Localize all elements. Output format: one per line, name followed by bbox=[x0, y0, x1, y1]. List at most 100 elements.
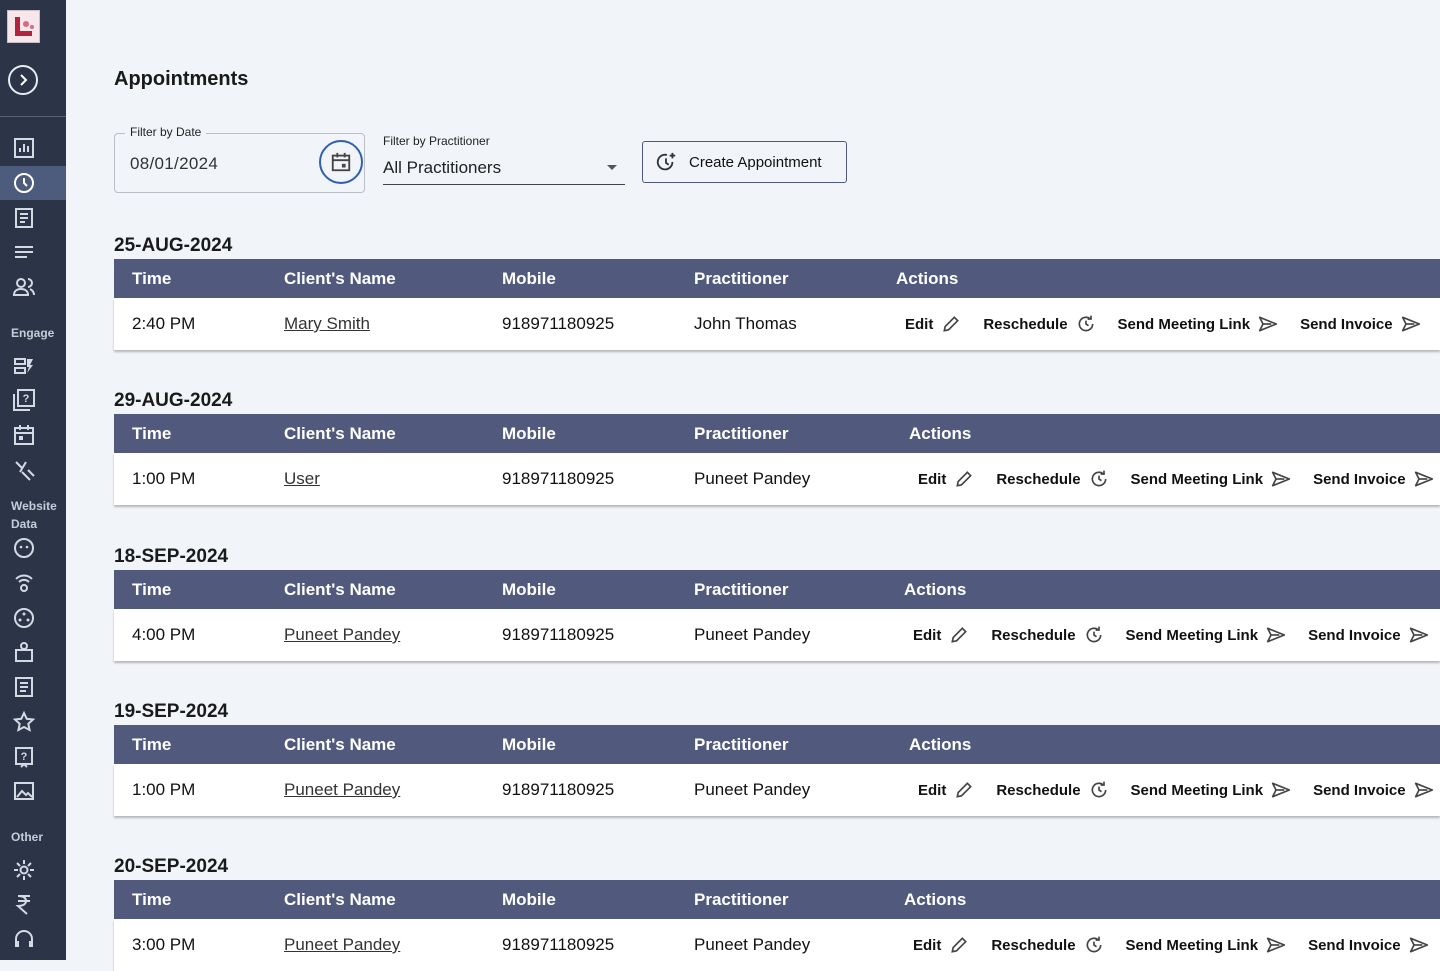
appointment-time: 4:00 PM bbox=[132, 625, 196, 644]
send-invoice-button[interactable]: Send Invoice bbox=[1313, 469, 1434, 489]
select-underline bbox=[383, 184, 625, 185]
header-mobile: Mobile bbox=[502, 734, 556, 754]
calendar-icon bbox=[331, 152, 351, 172]
refresh-clock-icon bbox=[1086, 626, 1102, 643]
sidebar-item-appointments[interactable] bbox=[0, 166, 66, 200]
send-icon bbox=[1414, 782, 1433, 798]
edit-button[interactable]: Edit bbox=[918, 469, 974, 489]
sidebar-item-quiz[interactable]: ? bbox=[0, 383, 66, 417]
action-label: Reschedule bbox=[991, 936, 1076, 954]
header-client-name: Client's Name bbox=[284, 889, 396, 909]
header-client-name: Client's Name bbox=[284, 579, 396, 599]
send-invoice-button[interactable]: Send Invoice bbox=[1313, 780, 1434, 800]
practitioner-name: Puneet Pandey bbox=[694, 469, 811, 488]
reschedule-button[interactable]: Reschedule bbox=[991, 935, 1103, 955]
sidebar-item-face[interactable] bbox=[0, 531, 66, 565]
calendar-picker-button[interactable] bbox=[319, 140, 363, 184]
send-icon bbox=[1266, 627, 1286, 643]
sidebar-item-dashboard[interactable] bbox=[0, 131, 66, 165]
sidebar-item-calendar[interactable] bbox=[0, 418, 66, 452]
sidebar-section-engage: Engage bbox=[11, 326, 55, 340]
edit-button[interactable]: Edit bbox=[905, 314, 961, 334]
sidebar-item-payments[interactable] bbox=[0, 887, 66, 921]
pencil-icon bbox=[951, 627, 968, 643]
practitioner-name: Puneet Pandey bbox=[694, 780, 811, 799]
client-name-link[interactable]: User bbox=[284, 469, 320, 489]
client-mobile: 918971180925 bbox=[502, 780, 615, 799]
sidebar-item-packages[interactable] bbox=[0, 635, 66, 669]
action-label: Edit bbox=[913, 626, 942, 644]
document-icon bbox=[15, 208, 33, 228]
table-header: Time Client's Name Mobile Practitioner A… bbox=[114, 259, 1440, 298]
practitioner-filter-value[interactable]: All Practitioners bbox=[383, 158, 501, 178]
date-filter-value[interactable]: 08/01/2024 bbox=[130, 154, 218, 174]
reschedule-button[interactable]: Reschedule bbox=[983, 314, 1095, 334]
appointment-time: 1:00 PM bbox=[132, 469, 196, 488]
send-meeting-link-button[interactable]: Send Meeting Link bbox=[1126, 625, 1287, 645]
appointment-group: 20-SEP-2024 Time Client's Name Mobile Pr… bbox=[114, 856, 1440, 971]
client-name-cell: User bbox=[284, 453, 320, 505]
client-name-link[interactable]: Puneet Pandey bbox=[284, 625, 400, 645]
practitioner-filter-label: Filter by Practitioner bbox=[383, 134, 490, 148]
megaphone-icon bbox=[14, 358, 33, 374]
sidebar-item-settings[interactable] bbox=[0, 853, 66, 887]
appointment-time: 3:00 PM bbox=[132, 935, 196, 954]
appointment-date-heading: 29-AUG-2024 bbox=[114, 390, 233, 411]
sidebar-item-support[interactable] bbox=[0, 922, 66, 956]
client-mobile: 918971180925 bbox=[502, 935, 615, 954]
action-label: Send Invoice bbox=[1300, 315, 1393, 333]
pencil-icon bbox=[943, 316, 960, 332]
send-meeting-link-button[interactable]: Send Meeting Link bbox=[1131, 469, 1292, 489]
action-label: Edit bbox=[918, 781, 947, 799]
reschedule-button[interactable]: Reschedule bbox=[996, 469, 1108, 489]
send-invoice-button[interactable]: Send Invoice bbox=[1308, 935, 1429, 955]
expand-sidebar-button[interactable] bbox=[8, 65, 38, 95]
send-icon bbox=[1258, 316, 1278, 332]
sidebar-item-services[interactable] bbox=[0, 601, 66, 635]
send-icon bbox=[1414, 471, 1433, 487]
header-actions: Actions bbox=[909, 734, 972, 754]
sidebar-section-website: Website bbox=[11, 499, 57, 513]
sidebar-item-tools[interactable] bbox=[0, 453, 66, 487]
sidebar-item-list[interactable] bbox=[0, 236, 66, 270]
action-label: Send Meeting Link bbox=[1130, 781, 1264, 799]
sidebar-item-notes[interactable] bbox=[0, 201, 66, 235]
client-name-link[interactable]: Puneet Pandey bbox=[284, 935, 400, 955]
appointment-group: 29-AUG-2024 Time Client's Name Mobile Pr… bbox=[114, 390, 1440, 505]
sidebar-item-campaigns[interactable] bbox=[0, 349, 66, 383]
reschedule-button[interactable]: Reschedule bbox=[991, 625, 1103, 645]
send-meeting-link-button[interactable]: Send Meeting Link bbox=[1118, 314, 1279, 334]
sidebar-item-clients[interactable] bbox=[0, 270, 66, 304]
calendar-icon bbox=[14, 425, 34, 445]
send-invoice-button[interactable]: Send Invoice bbox=[1308, 625, 1429, 645]
client-name-link[interactable]: Mary Smith bbox=[284, 314, 370, 334]
create-appointment-button[interactable]: Create Appointment bbox=[642, 141, 847, 183]
sidebar-item-broadcast[interactable] bbox=[0, 566, 66, 600]
sidebar-item-articles[interactable] bbox=[0, 670, 66, 704]
edit-button[interactable]: Edit bbox=[913, 625, 969, 645]
svg-text:?: ? bbox=[21, 751, 28, 763]
client-name-link[interactable]: Puneet Pandey bbox=[284, 780, 400, 800]
client-mobile: 918971180925 bbox=[502, 469, 615, 488]
appointment-date-heading: 19-SEP-2024 bbox=[114, 701, 229, 722]
sidebar-item-gallery[interactable] bbox=[0, 774, 66, 808]
bar-chart-icon bbox=[14, 138, 34, 158]
reschedule-button[interactable]: Reschedule bbox=[996, 780, 1108, 800]
sidebar-item-reviews[interactable] bbox=[0, 705, 66, 739]
send-meeting-link-button[interactable]: Send Meeting Link bbox=[1131, 780, 1292, 800]
send-meeting-link-button[interactable]: Send Meeting Link bbox=[1126, 935, 1287, 955]
action-label: Send Meeting Link bbox=[1117, 315, 1251, 333]
svg-text:?: ? bbox=[23, 393, 30, 405]
practitioner-filter-select[interactable]: Filter by Practitioner All Practitioners bbox=[383, 133, 625, 185]
refresh-clock-icon bbox=[1091, 781, 1107, 798]
edit-button[interactable]: Edit bbox=[918, 780, 974, 800]
send-invoice-button[interactable]: Send Invoice bbox=[1300, 314, 1421, 334]
practitioner-name: Puneet Pandey bbox=[694, 625, 811, 644]
app-logo[interactable] bbox=[7, 10, 40, 43]
gear-icon bbox=[14, 860, 34, 880]
edit-button[interactable]: Edit bbox=[913, 935, 969, 955]
article-icon bbox=[15, 677, 33, 697]
table-row: 1:00 PM User 918971180925 Puneet Pandey … bbox=[114, 453, 1440, 505]
date-filter-field[interactable]: Filter by Date 08/01/2024 bbox=[114, 125, 365, 193]
sidebar-item-faq[interactable]: ? bbox=[0, 740, 66, 774]
